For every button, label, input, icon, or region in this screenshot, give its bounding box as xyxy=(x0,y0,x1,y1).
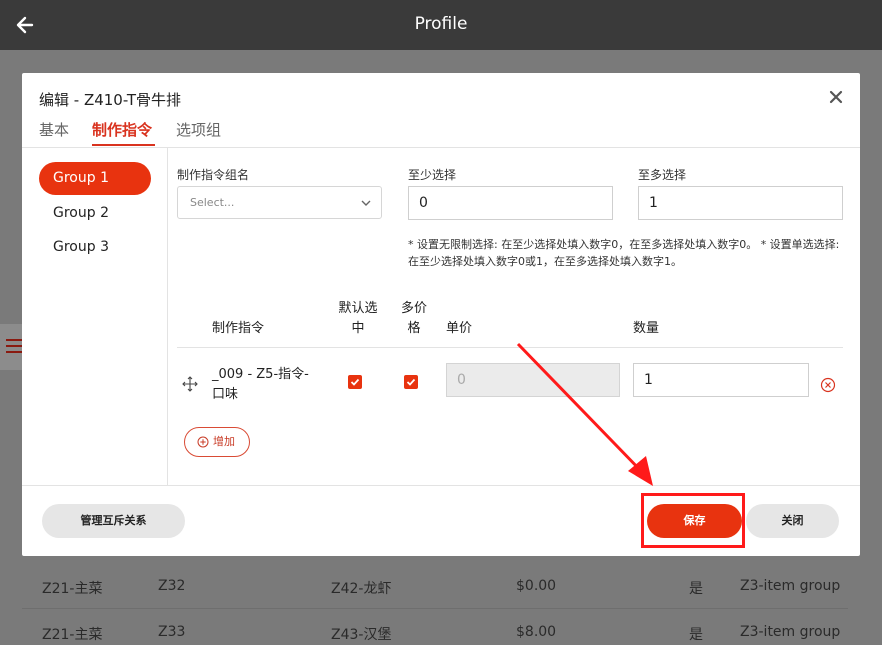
sidebar-item-group-1[interactable]: Group 1 xyxy=(39,162,151,195)
header-text: 多价 xyxy=(400,301,427,316)
multi-price-checkbox[interactable] xyxy=(404,375,418,389)
command-name-line: _009 - Z5-指令- xyxy=(212,367,309,382)
manage-exclusion-button[interactable]: 管理互斥关系 xyxy=(42,504,185,538)
divider xyxy=(22,147,860,148)
table-cell: 是 xyxy=(689,627,703,643)
table-cell: Z42-龙虾 xyxy=(331,581,392,597)
default-checkbox[interactable] xyxy=(348,375,362,389)
table-row: Z21-主菜 Z32 Z42-龙虾 $0.00 是 Z3-item group xyxy=(22,564,848,608)
table-cell: 是 xyxy=(689,581,703,597)
header-text: 格 xyxy=(407,321,421,336)
column-header-command: 制作指令 xyxy=(212,321,265,336)
edit-modal: 编辑 - Z410-T骨牛排 基本 制作指令 选项组 Group 1 Group… xyxy=(22,73,860,556)
divider xyxy=(177,347,843,348)
select-placeholder: Select... xyxy=(190,196,235,209)
table-cell: Z33 xyxy=(158,624,186,640)
max-select-input[interactable]: 1 xyxy=(638,186,843,220)
table-cell: $8.00 xyxy=(516,624,557,640)
tab-option-groups[interactable]: 选项组 xyxy=(176,119,221,140)
column-header-qty: 数量 xyxy=(633,321,660,336)
drag-handle-icon[interactable] xyxy=(182,376,198,392)
divider xyxy=(22,485,860,486)
table-cell: Z3-item group xyxy=(740,578,841,594)
table-cell: Z21-主菜 xyxy=(42,627,103,643)
add-command-button[interactable]: 增加 xyxy=(184,427,250,457)
divider xyxy=(167,148,168,485)
table-cell: Z43-汉堡 xyxy=(331,627,392,643)
column-header-price: 单价 xyxy=(446,321,473,336)
group-name-select[interactable]: Select... xyxy=(177,186,382,219)
highlight-box xyxy=(641,493,745,548)
table-cell: Z21-主菜 xyxy=(42,581,103,597)
command-name: _009 - Z5-指令- 口味 xyxy=(212,365,322,405)
column-header-default: 默认选 中 xyxy=(334,299,382,339)
sidebar-item-group-2[interactable]: Group 2 xyxy=(39,197,151,230)
app-header: Profile xyxy=(0,0,882,50)
tab-commands[interactable]: 制作指令 xyxy=(92,119,152,140)
price-input[interactable]: 0 xyxy=(446,363,620,397)
menu-icon[interactable] xyxy=(0,324,22,370)
row-divider xyxy=(22,608,848,609)
tab-basic[interactable]: 基本 xyxy=(39,119,69,140)
modal-title: 编辑 - Z410-T骨牛排 xyxy=(39,91,182,109)
table-cell: Z32 xyxy=(158,578,186,594)
table-row: Z21-主菜 Z33 Z43-汉堡 $8.00 是 Z3-item group xyxy=(22,610,848,645)
min-select-input[interactable]: 0 xyxy=(408,186,613,220)
column-header-multi-price: 多价 格 xyxy=(394,299,434,339)
add-command-label: 增加 xyxy=(213,435,235,448)
active-tab-indicator xyxy=(92,144,155,146)
hint-text: * 设置无限制选择: 在至少选择处填入数字0，在至多选择处填入数字0。 * 设置… xyxy=(408,238,840,268)
max-select-label: 至多选择 xyxy=(638,168,687,182)
min-select-label: 至少选择 xyxy=(408,168,457,182)
chevron-down-icon xyxy=(361,200,371,206)
plus-circle-icon xyxy=(197,436,209,448)
group-name-label: 制作指令组名 xyxy=(177,168,250,182)
table-cell: Z3-item group xyxy=(740,624,841,640)
table-cell: $0.00 xyxy=(516,578,557,594)
command-name-line: 口味 xyxy=(212,387,239,402)
check-icon xyxy=(350,378,360,386)
check-icon xyxy=(406,378,416,386)
header-text: 默认选 xyxy=(338,301,378,316)
close-icon[interactable] xyxy=(828,89,844,105)
close-button[interactable]: 关闭 xyxy=(746,504,839,538)
remove-circle-icon[interactable] xyxy=(820,377,836,393)
page-title: Profile xyxy=(414,14,468,34)
qty-input[interactable]: 1 xyxy=(633,363,809,397)
sidebar-item-group-3[interactable]: Group 3 xyxy=(39,231,151,264)
header-text: 中 xyxy=(351,321,365,336)
